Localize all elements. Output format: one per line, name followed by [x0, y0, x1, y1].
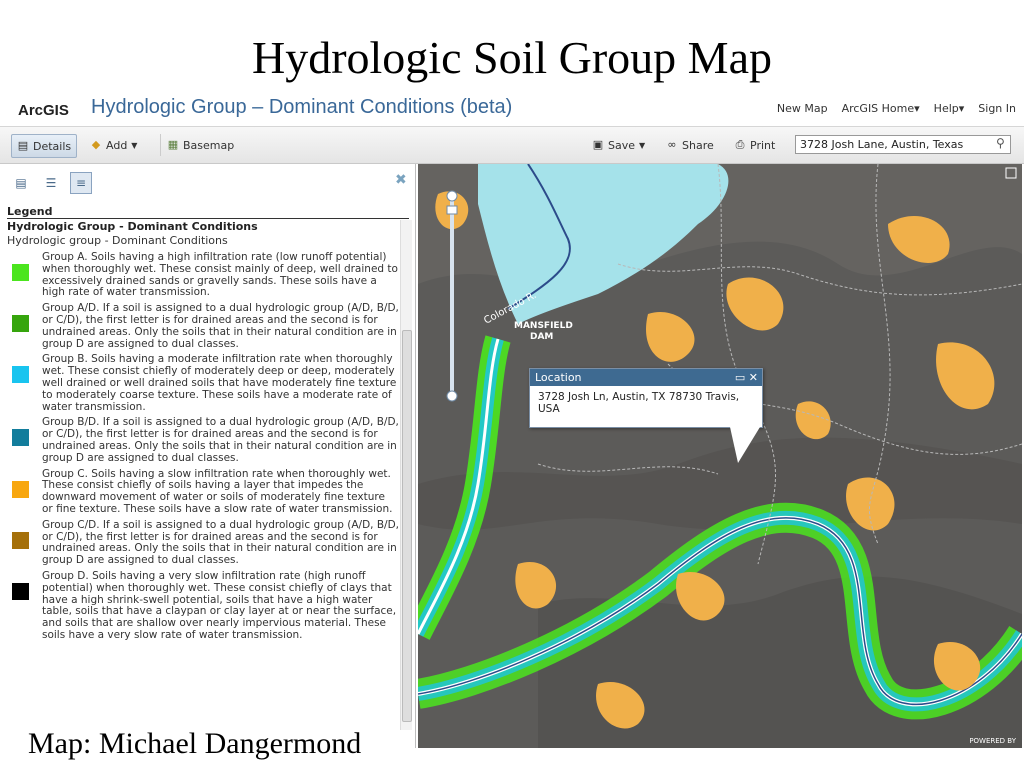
nav-arcgis-home[interactable]: ArcGIS Home▾: [842, 102, 920, 115]
save-button[interactable]: ▣ Save ▼: [592, 134, 645, 156]
about-tab-icon[interactable]: ▤: [10, 172, 32, 194]
location-popup[interactable]: Location ▭ ✕ 3728 Josh Ln, Austin, TX 78…: [529, 368, 763, 463]
search-input[interactable]: 3728 Josh Lane, Austin, Texas: [795, 135, 1011, 154]
legend-item-text: Group C/D. If a soil is assigned to a du…: [42, 518, 399, 567]
add-button[interactable]: ◆ Add ▼: [90, 134, 138, 156]
legend-item: Group D. Soils having a very slow infilt…: [7, 569, 399, 642]
legend-tab-icon[interactable]: ≡: [70, 172, 92, 194]
map-title: Hydrologic Group – Dominant Conditions (…: [91, 96, 513, 118]
logo-text: ArcGIS: [18, 102, 69, 119]
legend-swatch: [12, 429, 29, 447]
share-button[interactable]: ∞ Share: [666, 134, 714, 156]
details-icon: ▤: [17, 139, 29, 152]
legend-item: Group A. Soils having a high infiltratio…: [7, 251, 399, 299]
legend-swatch: [12, 366, 29, 384]
zoom-in-icon[interactable]: [446, 190, 458, 202]
legend-item: Group C/D. If a soil is assigned to a du…: [7, 518, 399, 567]
arcgis-app: ArcGIS Hydrologic Group – Dominant Condi…: [0, 92, 1024, 748]
arcgis-logo[interactable]: ArcGIS: [18, 102, 69, 119]
share-link-icon: ∞: [667, 138, 677, 151]
legend-item: Group A/D. If a soil is assigned to a du…: [7, 302, 399, 350]
toolbar: ▤ Details ◆ Add ▼ ▦ Basemap ▣ Save ▼ ∞ S…: [0, 127, 1024, 164]
save-icon: ▣: [592, 138, 604, 151]
layer-name: Hydrologic Group - Dominant Conditions: [7, 220, 258, 233]
legend-item-text: Group A. Soils having a high infiltratio…: [42, 251, 398, 299]
map-view[interactable]: Colorado R. MANSFIELD DAM Location ▭ ✕ 3…: [418, 164, 1022, 748]
nav-help[interactable]: Help▾: [934, 102, 965, 115]
slide-caption: Map: Michael Dangermond: [28, 727, 362, 760]
chevron-down-icon: ▼: [639, 140, 646, 150]
panel-tabs: ▤ ☰ ≡: [10, 172, 92, 194]
legend-swatch: [12, 480, 29, 498]
legend-item: Group B. Soils having a moderate infiltr…: [7, 353, 399, 413]
details-label: Details: [33, 139, 72, 153]
legend-swatch: [12, 315, 29, 333]
popup-controls: ▭ ✕: [735, 369, 758, 386]
nav-new-map[interactable]: New Map: [777, 102, 828, 115]
save-label: Save: [608, 138, 636, 152]
chevron-down-icon: ▼: [131, 140, 138, 150]
legend-scrollbar[interactable]: [400, 220, 412, 730]
share-label: Share: [682, 138, 714, 152]
legend-item: Group B/D. If a soil is assigned to a du…: [7, 416, 399, 464]
popup-header: Location ▭ ✕: [530, 369, 762, 386]
top-nav: New Map ArcGIS Home▾ Help▾ Sign In: [777, 102, 1016, 115]
legend-swatch: [12, 264, 29, 281]
legend-item-text: Group A/D. If a soil is assigned to a du…: [42, 302, 399, 350]
popup-pointer: [730, 427, 760, 463]
legend-heading: Legend: [7, 205, 409, 219]
basemap-icon: ▦: [167, 138, 179, 151]
details-panel: ▤ ☰ ≡ ✖ Legend Hydrologic Group - Domina…: [0, 164, 416, 748]
basemap-label: Basemap: [183, 138, 235, 152]
legend-list: Hydrologic Group - Dominant Conditions H…: [7, 220, 399, 740]
close-icon[interactable]: ✖: [395, 172, 407, 188]
basemap-button[interactable]: ▦ Basemap: [160, 134, 234, 156]
legend-item: Group C. Soils having a slow infiltratio…: [7, 467, 399, 516]
maximize-icon[interactable]: ▭: [735, 371, 745, 384]
powered-by-label: POWERED BY: [969, 737, 1016, 745]
slide-title: Hydrologic Soil Group Map: [251, 32, 772, 83]
dam-label-line2: DAM: [530, 332, 553, 342]
legend-item-text: Group B/D. If a soil is assigned to a du…: [42, 416, 399, 464]
zoom-slider-handle[interactable]: [446, 205, 458, 215]
close-icon[interactable]: ✕: [749, 371, 758, 384]
print-label: Print: [750, 138, 776, 152]
search-icon[interactable]: ⚲: [996, 136, 1005, 150]
app-header: ArcGIS Hydrologic Group – Dominant Condi…: [0, 92, 1024, 127]
scrollbar-thumb[interactable]: [402, 330, 412, 722]
nav-sign-in[interactable]: Sign In: [978, 102, 1016, 115]
popup-title: Location: [535, 371, 582, 384]
add-label: Add: [106, 138, 128, 152]
add-icon: ◆: [91, 138, 101, 151]
legend-item-text: Group C. Soils having a slow infiltratio…: [42, 467, 393, 515]
print-button[interactable]: ⎙ Print: [734, 134, 776, 156]
legend-swatch: [12, 531, 29, 549]
content-tab-icon[interactable]: ☰: [40, 172, 62, 194]
popup-address: 3728 Josh Ln, Austin, TX 78730 Travis, U…: [538, 391, 740, 415]
print-icon: ⎙: [735, 138, 745, 151]
details-button[interactable]: ▤ Details: [11, 134, 78, 158]
legend-item-text: Group D. Soils having a very slow infilt…: [42, 569, 397, 641]
legend-swatch: [12, 582, 29, 600]
layer-subtitle: Hydrologic group - Dominant Conditions: [7, 234, 228, 247]
dam-label-line1: MANSFIELD: [514, 321, 573, 331]
legend-item-text: Group B. Soils having a moderate infiltr…: [42, 353, 397, 413]
map-canvas: Colorado R. MANSFIELD DAM: [418, 164, 1022, 748]
zoom-out-icon[interactable]: [446, 390, 458, 402]
